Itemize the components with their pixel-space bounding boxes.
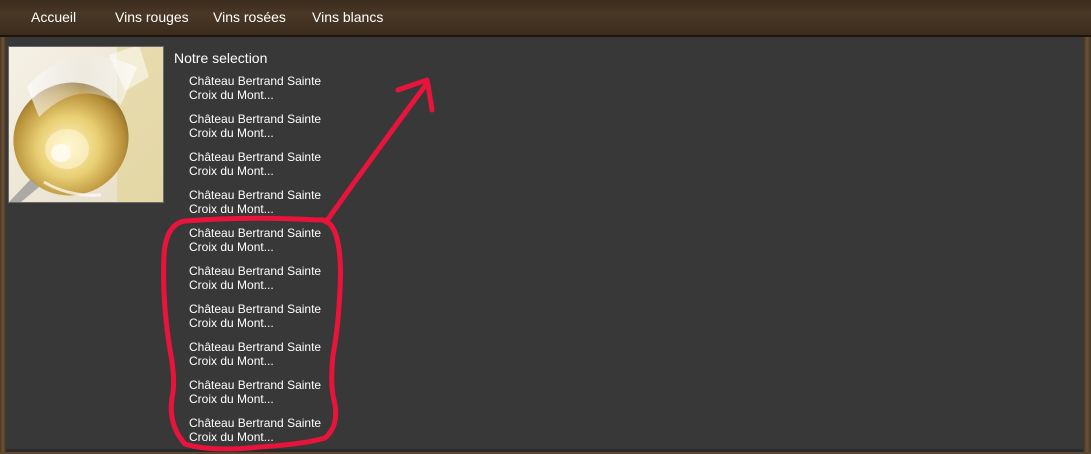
wine-name-line2: Croix du Mont... xyxy=(189,278,274,292)
wine-list-item[interactable]: Château Bertrand Sainte Croix du Mont... xyxy=(189,74,321,112)
wine-name-line1: Château Bertrand Sainte xyxy=(189,302,322,316)
wine-name-line1: Château Bertrand Sainte xyxy=(189,74,322,88)
wood-frame-right xyxy=(1083,0,1091,452)
wine-name-line2: Croix du Mont... xyxy=(189,316,274,330)
wine-name-line1: Château Bertrand Sainte xyxy=(189,264,322,278)
wine-name-line2: Croix du Mont... xyxy=(189,240,274,254)
wine-name-line1: Château Bertrand Sainte xyxy=(189,112,322,126)
wine-list-item[interactable]: Château Bertrand Sainte Croix du Mont... xyxy=(189,302,321,340)
wine-name-line1: Château Bertrand Sainte xyxy=(189,340,322,354)
wine-name-line1: Château Bertrand Sainte xyxy=(189,188,322,202)
wine-list-item[interactable]: Château Bertrand Sainte Croix du Mont... xyxy=(189,226,321,264)
main-content-panel: Notre selection Château Bertrand Sainte … xyxy=(6,37,1083,450)
wine-list-item[interactable]: Château Bertrand Sainte Croix du Mont... xyxy=(189,264,321,302)
top-navigation-bar: Accueil Vins rouges Vins rosées Vins bla… xyxy=(0,0,1091,37)
wine-name-line2: Croix du Mont... xyxy=(189,392,274,406)
wine-name-line2: Croix du Mont... xyxy=(189,88,274,102)
nav-item-vins-rouges[interactable]: Vins rouges xyxy=(115,9,189,25)
wine-list-item[interactable]: Château Bertrand Sainte Croix du Mont... xyxy=(189,188,321,226)
wine-name-line2: Croix du Mont... xyxy=(189,354,274,368)
wine-name-line2: Croix du Mont... xyxy=(189,430,274,444)
nav-item-accueil[interactable]: Accueil xyxy=(31,9,76,25)
wine-name-line1: Château Bertrand Sainte xyxy=(189,416,322,430)
nav-item-vins-blancs[interactable]: Vins blancs xyxy=(312,9,383,25)
wine-name-line2: Croix du Mont... xyxy=(189,202,274,216)
section-title: Notre selection xyxy=(174,50,268,66)
wine-selection-list: Château Bertrand Sainte Croix du Mont...… xyxy=(189,74,321,454)
white-wine-glass-icon xyxy=(9,47,163,202)
wine-list-item[interactable]: Château Bertrand Sainte Croix du Mont... xyxy=(189,378,321,416)
wine-list-item[interactable]: Château Bertrand Sainte Croix du Mont... xyxy=(189,112,321,150)
white-wine-glass-image xyxy=(8,46,164,203)
wine-name-line1: Château Bertrand Sainte xyxy=(189,226,322,240)
wine-list-item[interactable]: Château Bertrand Sainte Croix du Mont... xyxy=(189,150,321,188)
wine-name-line1: Château Bertrand Sainte xyxy=(189,378,322,392)
wine-name-line2: Croix du Mont... xyxy=(189,164,274,178)
nav-item-vins-rosees[interactable]: Vins rosées xyxy=(213,9,286,25)
wine-name-line1: Château Bertrand Sainte xyxy=(189,150,322,164)
wine-list-item[interactable]: Château Bertrand Sainte Croix du Mont... xyxy=(189,340,321,378)
wine-name-line2: Croix du Mont... xyxy=(189,126,274,140)
